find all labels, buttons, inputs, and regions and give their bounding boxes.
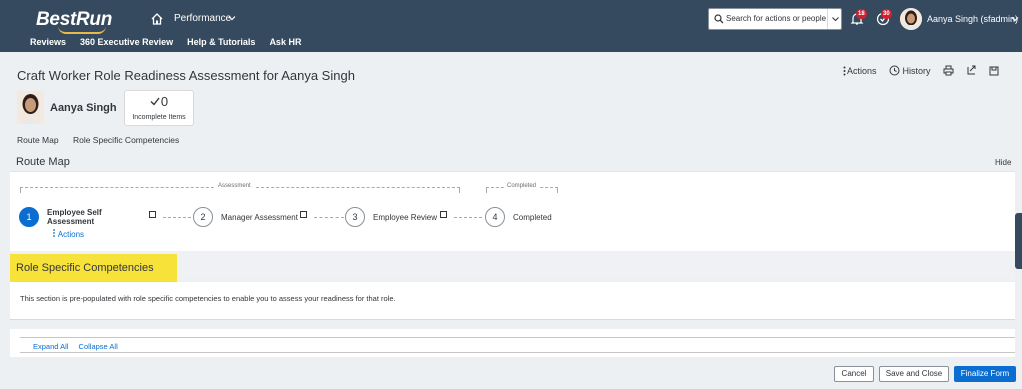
user-photo (900, 8, 922, 30)
module-menu[interactable]: Performance (174, 13, 231, 24)
search-icon (714, 14, 724, 24)
step-3-circle[interactable]: 3 (345, 207, 365, 227)
form-toolbar: Actions History (842, 65, 1011, 76)
anchor-role-specific-competencies[interactable]: Role Specific Competencies (73, 135, 179, 145)
hide-route-map-link[interactable]: Hide (995, 158, 1011, 167)
incomplete-label: Incomplete Items (132, 114, 186, 121)
step-actions-label: Actions (57, 230, 85, 239)
user-avatar[interactable] (900, 8, 922, 30)
page-title: Craft Worker Role Readiness Assessment f… (17, 68, 355, 83)
notifications-badge: 18 (856, 9, 867, 19)
step-1-info-icon[interactable] (149, 211, 156, 218)
search-input[interactable]: Search for actions or people (708, 8, 842, 30)
nav-360-executive-review[interactable]: 360 Executive Review (80, 37, 173, 47)
export-button[interactable] (966, 65, 977, 76)
competencies-description: This section is pre-populated with role … (20, 294, 396, 303)
step-4-label: Completed (513, 213, 552, 222)
chevron-down-icon[interactable] (1011, 15, 1019, 23)
step-connector (163, 217, 191, 218)
chevron-down-icon (832, 17, 839, 22)
step-2-circle[interactable]: 2 (193, 207, 213, 227)
nav-reviews[interactable]: Reviews (30, 37, 66, 47)
section-anchor-bar: Route Map Role Specific Competencies (17, 135, 191, 145)
step-actions-link[interactable]: Actions (52, 229, 84, 239)
clock-icon (889, 65, 900, 76)
history-label: History (902, 65, 931, 76)
finalize-form-button[interactable]: Finalize Form (954, 366, 1016, 382)
divider (20, 352, 1015, 353)
step-1-circle[interactable]: 1 (19, 207, 39, 227)
save-icon (989, 66, 999, 75)
print-button[interactable] (943, 65, 954, 76)
route-map-card: Assessment Completed 1 Employee Self Ass… (10, 171, 1015, 251)
phase-assessment: Assessment (215, 183, 254, 189)
step-2-info-icon[interactable] (300, 211, 307, 218)
step-connector (454, 217, 482, 218)
save-icon-button[interactable] (989, 66, 999, 76)
search-placeholder: Search for actions or people (726, 14, 827, 23)
logo-swoosh (58, 26, 106, 34)
nav-ask-hr[interactable]: Ask HR (269, 37, 301, 47)
chevron-down-icon[interactable] (228, 14, 236, 22)
search-scope-dropdown[interactable] (827, 9, 842, 29)
nav-help-tutorials[interactable]: Help & Tutorials (187, 37, 255, 47)
step-connector (314, 217, 344, 218)
collapse-all-link[interactable]: Collapse All (79, 342, 118, 351)
incomplete-count: 0 (125, 94, 193, 109)
incomplete-items-card[interactable]: 0 Incomplete Items (124, 90, 194, 126)
print-icon (943, 65, 954, 76)
step-2-label: Manager Assessment (221, 213, 298, 222)
actions-button[interactable]: Actions (842, 66, 877, 76)
home-icon[interactable] (150, 12, 164, 26)
side-panel-tab[interactable] (1015, 213, 1022, 269)
competencies-title: Role Specific Competencies (16, 262, 154, 274)
actions-label: Actions (847, 65, 877, 76)
checkmark-icon (150, 97, 160, 106)
step-3-info-icon[interactable] (440, 211, 447, 218)
incomplete-count-value: 0 (160, 94, 169, 109)
cancel-button[interactable]: Cancel (834, 366, 874, 382)
divider (20, 337, 1015, 338)
expand-all-link[interactable]: Expand All (33, 342, 68, 351)
phase-completed: Completed (504, 183, 540, 189)
todo-badge: 30 (881, 9, 892, 19)
employee-photo-image (17, 91, 44, 124)
history-button[interactable]: History (889, 65, 931, 76)
top-nav: Reviews 360 Executive Review Help & Tuto… (30, 37, 315, 47)
save-and-close-button[interactable]: Save and Close (879, 366, 949, 382)
export-icon (967, 65, 976, 75)
step-4-circle[interactable]: 4 (485, 207, 505, 227)
more-vertical-icon (53, 229, 55, 237)
step-1-label: Employee Self Assessment (47, 208, 102, 226)
step-3-label: Employee Review (373, 213, 438, 222)
route-map-title: Route Map (16, 156, 70, 168)
expand-collapse-links: Expand All Collapse All (33, 342, 126, 351)
user-menu[interactable]: Aanya Singh (sfadmin) (927, 14, 1018, 24)
anchor-route-map[interactable]: Route Map (17, 135, 59, 145)
employee-name: Aanya Singh (50, 102, 117, 114)
employee-photo (17, 91, 44, 124)
